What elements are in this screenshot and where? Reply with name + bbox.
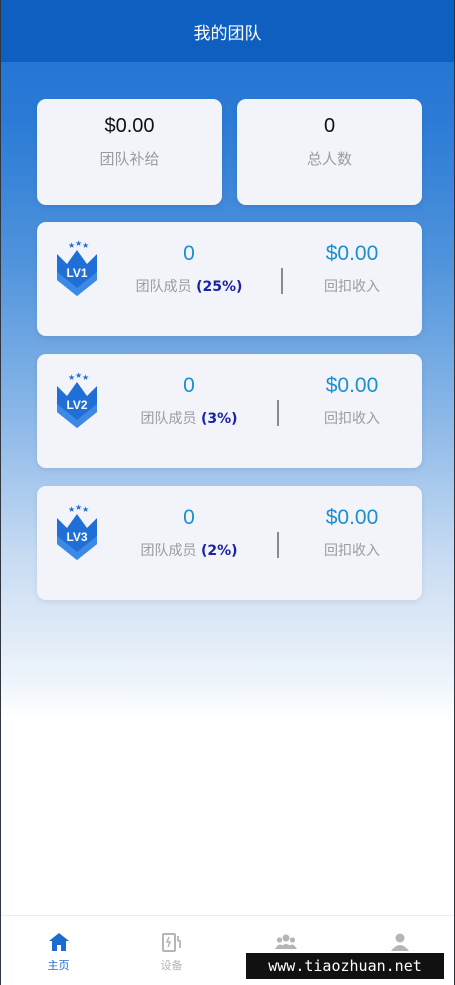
lv1-percent: (25%) [196, 279, 243, 295]
lv3-members-col: 0 团队成员 (2%) [133, 506, 245, 560]
watermark: www.tiaozhuan.net [246, 953, 444, 979]
tab-device[interactable]: 设备 [115, 916, 228, 985]
lv3-income-value: $0.00 [325, 506, 379, 529]
lv1-badge-text: LV1 [66, 266, 87, 280]
lv2-percent: (3%) [200, 411, 238, 427]
lv3-members-label-row: 团队成员 (2%) [133, 540, 245, 560]
lv3-members-value: 0 [183, 506, 195, 529]
app-header: 我的团队 [1, 0, 454, 62]
lv2-badge-icon: ★ ★ ★ LV2 [57, 372, 97, 428]
lv2-members-value: 0 [183, 374, 195, 397]
svg-text:★: ★ [82, 505, 89, 514]
total-people-label: 总人数 [306, 150, 352, 168]
lv3-badge-text: LV3 [66, 530, 87, 544]
lv1-members-value: 0 [183, 242, 195, 265]
level-card-lv3[interactable]: ★ ★ ★ LV3 0 团队成员 (2%) $0.00 回扣收入 [37, 486, 422, 600]
team-supply-card: $0.00 团队补给 [37, 99, 222, 205]
lv3-badge-icon: ★ ★ ★ LV3 [57, 504, 97, 560]
tab-home-label: 主页 [47, 959, 70, 972]
lv1-members-label: 团队成员 [135, 279, 192, 295]
svg-text:★: ★ [82, 373, 89, 382]
total-people-value: 0 [323, 115, 336, 137]
team-screen: 我的团队 $0.00 团队补给 0 总人数 ★ ★ ★ LV1 0 团队成员 (… [0, 0, 455, 985]
team-supply-label: 团队补给 [99, 150, 160, 168]
tab-home[interactable]: 主页 [2, 916, 115, 985]
team-supply-value: $0.00 [104, 115, 155, 137]
tab-device-label: 设备 [160, 959, 183, 972]
user-icon [390, 933, 409, 951]
home-icon [48, 933, 69, 951]
lv2-divider [277, 400, 279, 426]
lv2-income-value: $0.00 [325, 374, 379, 397]
page-title: 我的团队 [193, 23, 262, 44]
lv1-income-col: $0.00 回扣收入 [307, 242, 397, 296]
level-card-lv2[interactable]: ★ ★ ★ LV2 0 团队成员 (3%) $0.00 回扣收入 [37, 354, 422, 468]
lv2-badge-text: LV2 [66, 398, 87, 412]
lv1-income-label: 回扣收入 [324, 279, 380, 295]
lv3-percent: (2%) [200, 543, 238, 559]
lv2-members-label: 团队成员 [140, 411, 197, 427]
lv2-members-label-row: 团队成员 (3%) [133, 408, 245, 428]
lv3-members-label: 团队成员 [140, 543, 197, 559]
lv3-income-col: $0.00 回扣收入 [307, 506, 397, 560]
level-card-lv1[interactable]: ★ ★ ★ LV1 0 团队成员 (25%) $0.00 回扣收入 [37, 222, 422, 336]
lv3-income-label: 回扣收入 [324, 543, 380, 559]
lv2-income-col: $0.00 回扣收入 [307, 374, 397, 428]
lv2-income-label: 回扣收入 [324, 411, 380, 427]
lv1-members-label-row: 团队成员 (25%) [133, 276, 245, 296]
lv3-divider [277, 532, 279, 558]
team-icon [274, 934, 297, 949]
lv1-divider [281, 268, 283, 294]
total-people-card: 0 总人数 [237, 99, 422, 205]
lv2-members-col: 0 团队成员 (3%) [133, 374, 245, 428]
lv1-members-col: 0 团队成员 (25%) [133, 242, 245, 296]
lv1-income-value: $0.00 [325, 242, 379, 265]
svg-text:★: ★ [82, 241, 89, 250]
lv1-badge-icon: ★ ★ ★ LV1 [57, 240, 97, 296]
device-icon [161, 933, 181, 952]
